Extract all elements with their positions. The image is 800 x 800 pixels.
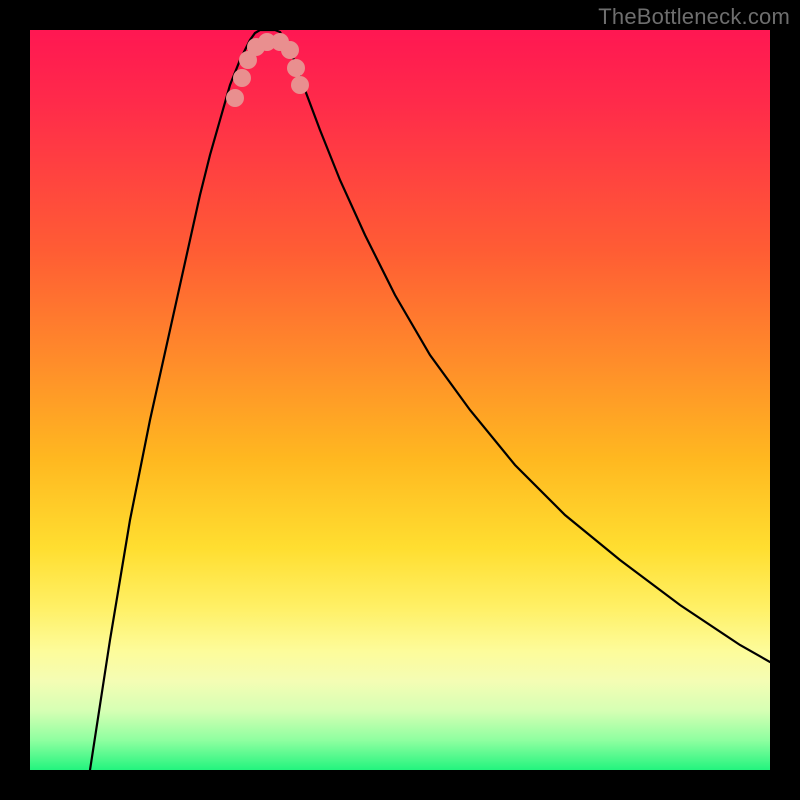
plot-area [30, 30, 770, 770]
chart-frame: TheBottleneck.com [0, 0, 800, 800]
watermark-text: TheBottleneck.com [598, 4, 790, 30]
background-gradient [30, 30, 770, 770]
